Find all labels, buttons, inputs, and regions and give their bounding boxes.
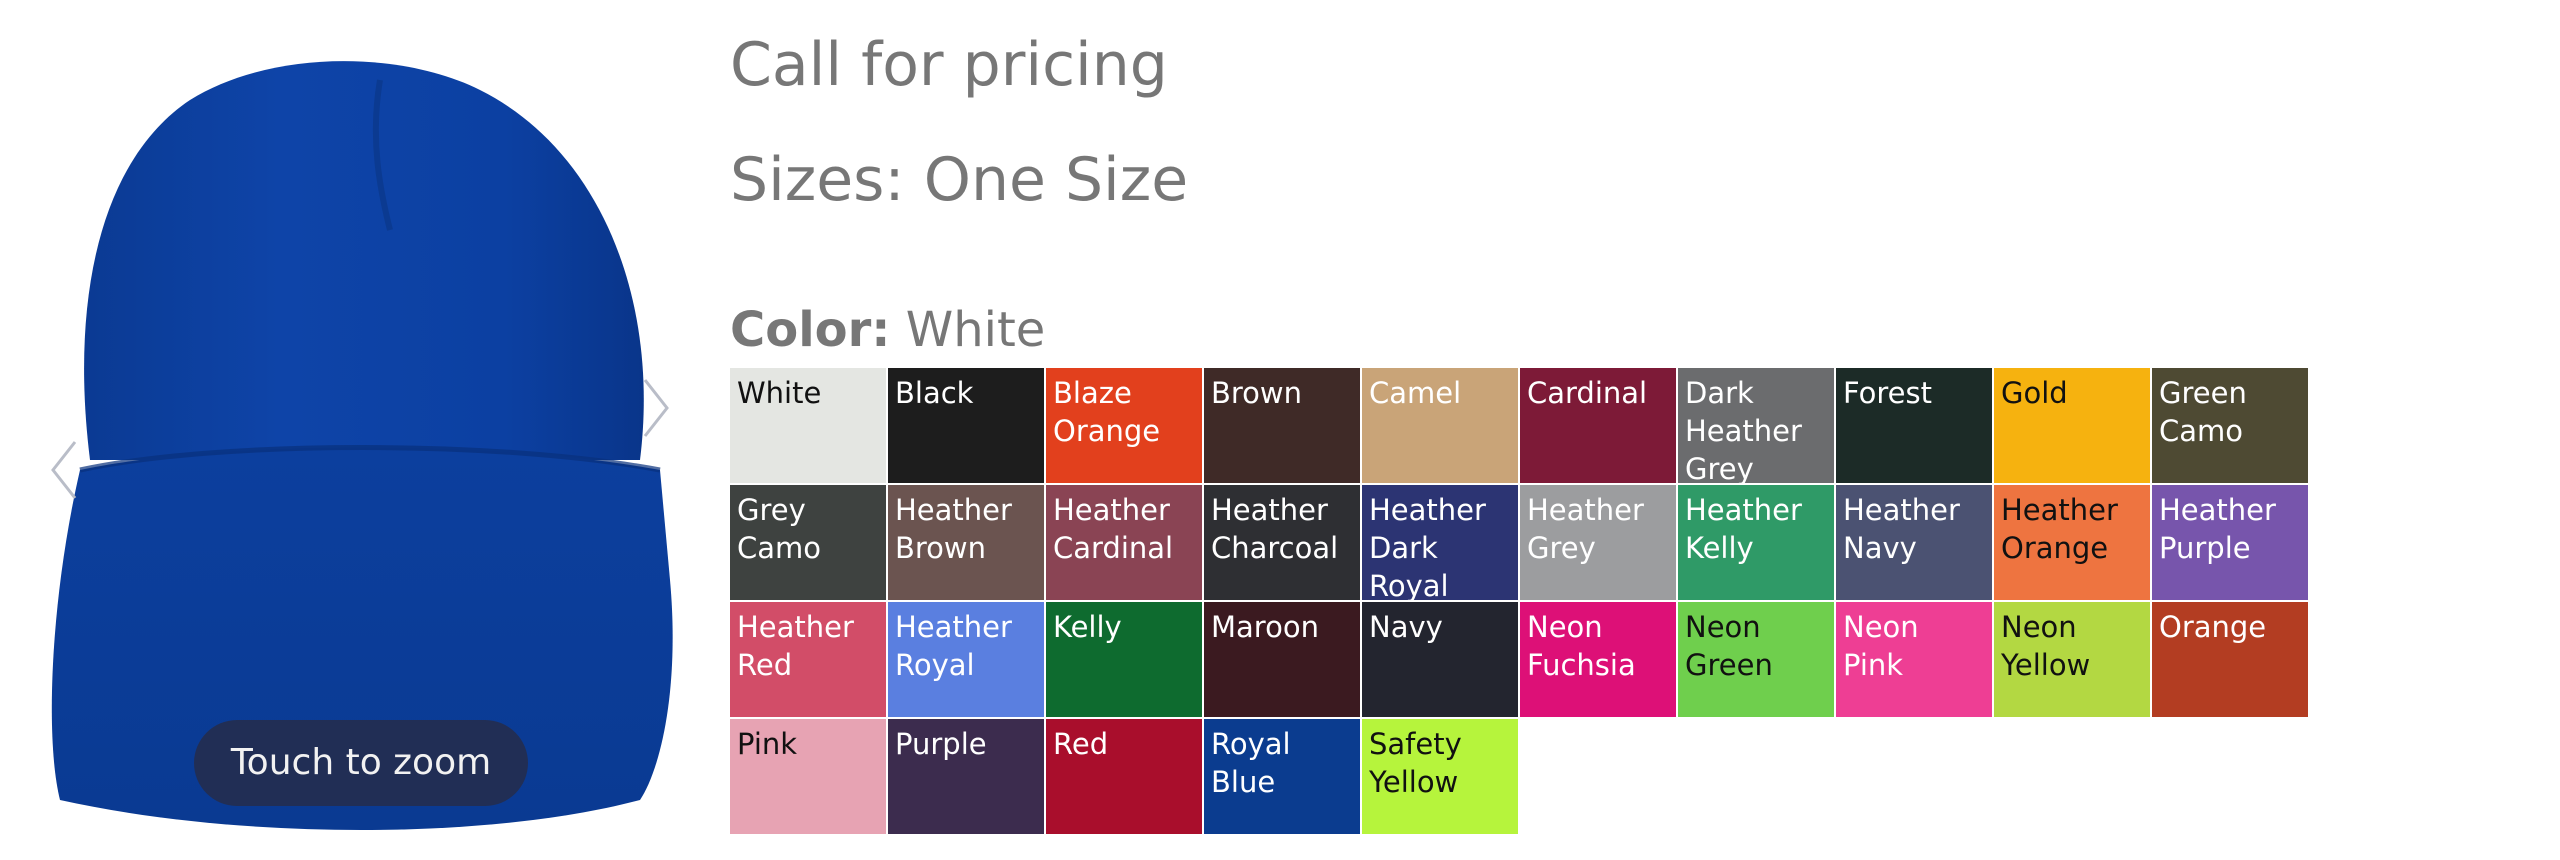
color-swatch[interactable]: Neon Pink bbox=[1836, 602, 1992, 717]
color-swatch-label: White bbox=[737, 376, 822, 410]
color-swatch[interactable]: Red bbox=[1046, 719, 1202, 834]
color-swatch[interactable]: Neon Yellow bbox=[1994, 602, 2150, 717]
color-swatch-grid: White Black Blaze Orange Brown Camel Cardinal… bbox=[730, 368, 2310, 834]
color-swatch-label: Kelly bbox=[1053, 610, 1122, 644]
color-swatch-label: Cardinal bbox=[1527, 376, 1648, 410]
color-swatch-label: Heather Charcoal bbox=[1211, 493, 1339, 565]
color-swatch[interactable]: Heather Dark Royal bbox=[1362, 485, 1518, 600]
color-swatch-label: Heather Brown bbox=[895, 493, 1012, 565]
color-swatch[interactable]: Heather Cardinal bbox=[1046, 485, 1202, 600]
color-swatch[interactable]: Neon Green bbox=[1678, 602, 1834, 717]
color-swatch-label: Purple bbox=[895, 727, 987, 761]
color-swatch-label: Camel bbox=[1369, 376, 1462, 410]
color-swatch[interactable]: Heather Orange bbox=[1994, 485, 2150, 600]
color-swatch-label: Green Camo bbox=[2159, 376, 2247, 448]
color-swatch-label: Pink bbox=[737, 727, 798, 761]
selected-color-value: White bbox=[905, 302, 1046, 358]
color-swatch[interactable]: Heather Charcoal bbox=[1204, 485, 1360, 600]
color-swatch[interactable]: Black bbox=[888, 368, 1044, 483]
color-swatch[interactable]: White bbox=[730, 368, 886, 483]
color-swatch-label: Navy bbox=[1369, 610, 1443, 644]
color-swatch-label: Heather Navy bbox=[1843, 493, 1960, 565]
color-swatch[interactable]: Maroon bbox=[1204, 602, 1360, 717]
product-image-beanie[interactable] bbox=[40, 40, 680, 830]
color-swatch-label: Heather Royal bbox=[895, 610, 1012, 682]
color-swatch-label: Neon Yellow bbox=[2001, 610, 2091, 682]
color-swatch-label: Brown bbox=[1211, 376, 1303, 410]
color-swatch-label: Heather Grey bbox=[1527, 493, 1644, 565]
color-swatch[interactable]: Royal Blue bbox=[1204, 719, 1360, 834]
color-swatch-label: Blaze Orange bbox=[1053, 376, 1161, 448]
color-swatch-label: Gold bbox=[2001, 376, 2068, 410]
touch-to-zoom-button[interactable]: Touch to zoom bbox=[194, 720, 528, 806]
color-swatch[interactable]: Camel bbox=[1362, 368, 1518, 483]
color-swatch-label: Royal Blue bbox=[1211, 727, 1291, 799]
color-swatch-label: Black bbox=[895, 376, 974, 410]
color-swatch-label: Safety Yellow bbox=[1369, 727, 1462, 799]
color-swatch-label: Neon Fuchsia bbox=[1527, 610, 1636, 682]
color-swatch[interactable]: Heather Grey bbox=[1520, 485, 1676, 600]
color-swatch[interactable]: Safety Yellow bbox=[1362, 719, 1518, 834]
color-swatch[interactable]: Heather Red bbox=[730, 602, 886, 717]
product-image-gallery[interactable]: Touch to zoom bbox=[0, 0, 700, 860]
color-swatch[interactable]: Heather Brown bbox=[888, 485, 1044, 600]
color-swatch[interactable]: Grey Camo bbox=[730, 485, 886, 600]
gallery-prev-arrow-icon[interactable] bbox=[45, 430, 85, 510]
color-swatch[interactable]: Pink bbox=[730, 719, 886, 834]
color-swatch-label: Red bbox=[1053, 727, 1109, 761]
sizes-text: Sizes: One Size bbox=[730, 145, 1189, 215]
color-swatch[interactable]: Dark Heather Grey bbox=[1678, 368, 1834, 483]
color-swatch[interactable]: Forest bbox=[1836, 368, 1992, 483]
color-swatch-label: Grey Camo bbox=[737, 493, 822, 565]
color-swatch-label: Heather Orange bbox=[2001, 493, 2118, 565]
color-heading: Color: White bbox=[730, 302, 1045, 358]
color-swatch-label: Forest bbox=[1843, 376, 1932, 410]
color-swatch-label: Heather Cardinal bbox=[1053, 493, 1174, 565]
color-swatch[interactable]: Kelly bbox=[1046, 602, 1202, 717]
color-swatch[interactable]: Heather Royal bbox=[888, 602, 1044, 717]
gallery-next-arrow-icon[interactable] bbox=[635, 368, 675, 448]
color-swatch-label: Heather Kelly bbox=[1685, 493, 1802, 565]
color-swatch[interactable]: Green Camo bbox=[2152, 368, 2308, 483]
color-swatch-label: Heather Purple bbox=[2159, 493, 2276, 565]
color-label: Color: bbox=[730, 302, 891, 358]
color-swatch[interactable]: Purple bbox=[888, 719, 1044, 834]
color-swatch-label: Dark Heather Grey bbox=[1685, 376, 1802, 483]
color-swatch[interactable]: Brown bbox=[1204, 368, 1360, 483]
color-swatch[interactable]: Navy bbox=[1362, 602, 1518, 717]
color-swatch[interactable]: Orange bbox=[2152, 602, 2308, 717]
color-swatch-label: Neon Pink bbox=[1843, 610, 1919, 682]
color-swatch[interactable]: Blaze Orange bbox=[1046, 368, 1202, 483]
color-swatch[interactable]: Gold bbox=[1994, 368, 2150, 483]
color-swatch[interactable]: Cardinal bbox=[1520, 368, 1676, 483]
color-swatch-label: Heather Red bbox=[737, 610, 854, 682]
color-swatch[interactable]: Heather Navy bbox=[1836, 485, 1992, 600]
color-swatch[interactable]: Heather Kelly bbox=[1678, 485, 1834, 600]
price-text: Call for pricing bbox=[730, 30, 1168, 100]
color-swatch-label: Maroon bbox=[1211, 610, 1319, 644]
color-swatch-label: Orange bbox=[2159, 610, 2267, 644]
color-swatch-label: Heather Dark Royal bbox=[1369, 493, 1486, 600]
color-swatch-label: Neon Green bbox=[1685, 610, 1773, 682]
color-swatch[interactable]: Neon Fuchsia bbox=[1520, 602, 1676, 717]
color-swatch[interactable]: Heather Purple bbox=[2152, 485, 2308, 600]
